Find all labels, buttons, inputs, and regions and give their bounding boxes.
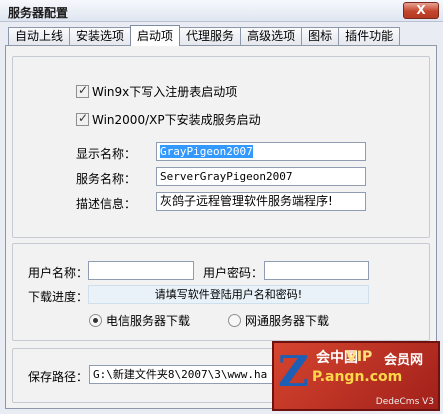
service-startup-label: Win2000/XP下安装成服务启动 (92, 113, 261, 127)
startup-group: Win9x下写入注册表启动项 Win2000/XP下安装成服务启动 显示名称： … (12, 56, 430, 238)
tab-advanced-options[interactable]: 高级选项 (240, 27, 303, 46)
netcom-server-radio[interactable] (228, 314, 241, 327)
watermark-site-text: P.angn.com (312, 369, 403, 385)
telecom-server-radio[interactable] (89, 314, 102, 327)
service-startup-checkbox[interactable] (76, 111, 89, 126)
telecom-server-label: 电信服务器下载 (106, 314, 191, 328)
tab-proxy-service[interactable]: 代理服务 (179, 27, 242, 46)
password-label: 用户密码： (203, 266, 264, 280)
netcom-server-option[interactable]: 网通服务器下载 (228, 312, 329, 329)
tab-startup[interactable]: 启动项 (130, 25, 181, 46)
username-label: 用户名称： (28, 266, 89, 280)
service-startup-option[interactable]: Win2000/XP下安装成服务启动 (76, 111, 261, 128)
tab-auto-online[interactable]: 自动上线 (8, 27, 71, 46)
watermark-logo: Z 会中国 VIP 会员网 P.angn.com DedeCms V3 (272, 341, 440, 411)
watermark-z-letter: Z (278, 347, 309, 396)
description-label: 描述信息： (76, 197, 137, 211)
title-bar: 服务器配置 X (0, 0, 443, 22)
window-title: 服务器配置 (8, 6, 69, 20)
display-name-label: 显示名称： (76, 147, 137, 161)
registry-startup-checkbox[interactable] (76, 83, 89, 98)
service-name-field[interactable]: ServerGrayPigeon2007 (156, 167, 366, 186)
tab-install-options[interactable]: 安装选项 (69, 27, 132, 46)
password-field[interactable] (264, 261, 369, 280)
service-name-label: 服务名称： (76, 172, 137, 186)
tab-bar: 自动上线 安装选项 启动项 代理服务 高级选项 图标 插件功能 (8, 25, 401, 46)
tab-icon[interactable]: 图标 (301, 27, 340, 46)
tab-plugins[interactable]: 插件功能 (338, 27, 401, 46)
display-name-field[interactable]: GrayPigeon2007 (156, 142, 366, 161)
watermark-member-text: 会员网 (384, 353, 424, 368)
close-button[interactable]: X (403, 2, 439, 19)
telecom-server-option[interactable]: 电信服务器下载 (89, 312, 190, 329)
save-path-field[interactable]: G:\新建文件夹8\2007\3\www.ha (89, 365, 279, 384)
description-field[interactable]: 灰鸽子远程管理软件服务端程序! (156, 192, 366, 211)
watermark-vip-text: VIP (346, 349, 373, 365)
registry-startup-label: Win9x下写入注册表启动项 (92, 85, 238, 99)
netcom-server-label: 网通服务器下载 (245, 314, 330, 328)
save-path-label: 保存路径： (28, 370, 89, 384)
download-group: 用户名称： 用户密码： 下载进度： 请填写软件登陆用户名和密码! 电信服务器下载… (12, 243, 430, 341)
watermark-cms-text: DedeCms V3 (375, 397, 434, 407)
download-progress-bar: 请填写软件登陆用户名和密码! (88, 285, 369, 304)
progress-label: 下载进度： (28, 290, 89, 304)
display-name-value: GrayPigeon2007 (160, 145, 253, 158)
username-field[interactable] (88, 261, 194, 280)
registry-startup-option[interactable]: Win9x下写入注册表启动项 (76, 83, 237, 100)
